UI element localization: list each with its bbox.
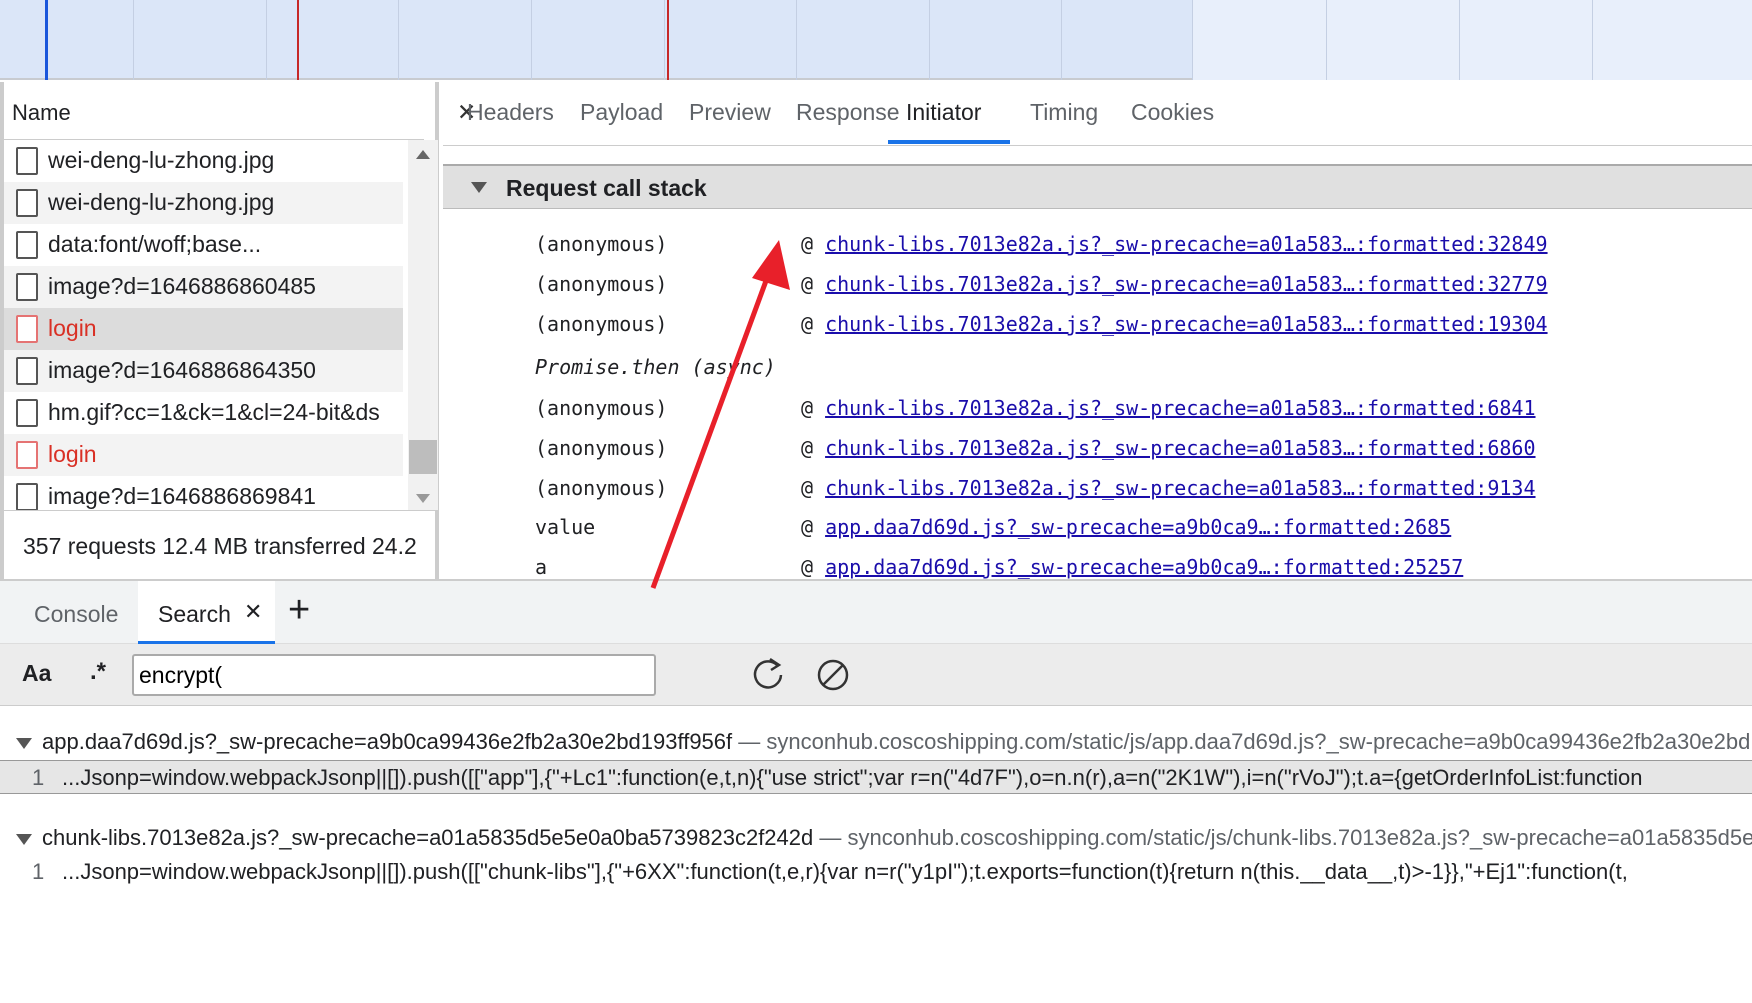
- tab-headers[interactable]: Headers: [467, 99, 554, 126]
- source-link[interactable]: app.daa7d69d.js?_sw-precache=a9b0ca9…:fo…: [825, 515, 1451, 539]
- name-column-header[interactable]: Name: [4, 82, 424, 140]
- line-number: 1: [32, 765, 45, 790]
- stack-function-name: (anonymous): [535, 436, 668, 460]
- request-detail-panel: ✕ Headers Payload Preview Response Initiator…: [443, 82, 1752, 579]
- result-line-text: ...Jsonp=window.webpackJsonp||[]).push([…: [62, 765, 1643, 790]
- document-file-icon: [16, 231, 38, 259]
- stack-frame: @ chunk-libs.7013e82a.js?_sw-precache=a0…: [801, 272, 1548, 296]
- source-link[interactable]: app.daa7d69d.js?_sw-precache=a9b0ca9…:fo…: [825, 555, 1463, 579]
- request-row[interactable]: hm.gif?cc=1&ck=1&cl=24-bit&ds: [4, 392, 403, 434]
- document-file-icon: [16, 441, 38, 469]
- network-summary: 357 requests 12.4 MB transferred 24.2: [4, 510, 439, 579]
- request-name: wei-deng-lu-zhong.jpg: [48, 189, 275, 215]
- search-result-line[interactable]: 1 ...Jsonp=window.webpackJsonp||[]).push(…: [0, 855, 1752, 889]
- stack-frame: @ chunk-libs.7013e82a.js?_sw-precache=a0…: [801, 396, 1536, 420]
- source-link[interactable]: chunk-libs.7013e82a.js?_sw-precache=a01a…: [825, 436, 1535, 460]
- scrollbar-thumb[interactable]: [409, 440, 437, 474]
- request-row[interactable]: image?d=1646886864350: [4, 350, 403, 392]
- request-name: login: [48, 315, 97, 341]
- section-title: Request call stack: [506, 175, 707, 201]
- scroll-up-icon[interactable]: [416, 150, 430, 159]
- stack-function-name: Promise.then (async): [535, 355, 776, 379]
- tab-preview[interactable]: Preview: [689, 99, 771, 126]
- request-call-stack-header[interactable]: Request call stack: [443, 164, 1752, 209]
- tab-cookies[interactable]: Cookies: [1131, 99, 1214, 126]
- image-file-icon: [16, 147, 38, 175]
- request-name: image?d=1646886860485: [48, 273, 316, 299]
- tab-console[interactable]: Console: [34, 601, 118, 628]
- request-row[interactable]: image?d=1646886860485: [4, 266, 403, 308]
- stack-function-name: a: [535, 555, 548, 579]
- request-row[interactable]: data:font/woff;base...: [4, 224, 403, 266]
- match-case-toggle[interactable]: Aa: [22, 660, 51, 687]
- request-name: login: [48, 441, 97, 467]
- triangle-down-icon: [471, 182, 487, 193]
- stack-frame: @ app.daa7d69d.js?_sw-precache=a9b0ca9…:…: [801, 555, 1464, 579]
- document-file-icon: [16, 315, 38, 343]
- result-line-text: ...Jsonp=window.webpackJsonp||[]).push([…: [62, 859, 1628, 884]
- stack-function-name: (anonymous): [535, 312, 668, 336]
- request-row[interactable]: wei-deng-lu-zhong.jpg: [4, 182, 403, 224]
- search-result-file[interactable]: chunk-libs.7013e82a.js?_sw-precache=a01a…: [0, 825, 1752, 855]
- refresh-icon[interactable]: [750, 656, 786, 694]
- document-file-icon: [16, 273, 38, 301]
- document-file-icon: [16, 357, 38, 385]
- tab-response[interactable]: Response: [796, 99, 900, 126]
- source-link[interactable]: chunk-libs.7013e82a.js?_sw-precache=a01a…: [825, 272, 1547, 296]
- source-link[interactable]: chunk-libs.7013e82a.js?_sw-precache=a01a…: [825, 312, 1547, 336]
- stack-frame: @ app.daa7d69d.js?_sw-precache=a9b0ca9…:…: [801, 515, 1452, 539]
- stack-frame: @ chunk-libs.7013e82a.js?_sw-precache=a0…: [801, 436, 1536, 460]
- request-name: data:font/woff;base...: [48, 231, 262, 257]
- stack-frame: @ chunk-libs.7013e82a.js?_sw-precache=a0…: [801, 476, 1536, 500]
- tab-payload[interactable]: Payload: [580, 99, 663, 126]
- search-input[interactable]: [132, 654, 656, 696]
- add-tab-icon[interactable]: +: [288, 589, 310, 632]
- search-toolbar: Aa .*: [0, 644, 1752, 706]
- request-list-scrollbar[interactable]: [408, 140, 438, 510]
- stack-frame: @ chunk-libs.7013e82a.js?_sw-precache=a0…: [801, 232, 1548, 256]
- source-link[interactable]: chunk-libs.7013e82a.js?_sw-precache=a01a…: [825, 396, 1535, 420]
- request-row[interactable]: login: [4, 308, 403, 350]
- result-file-url: — synconhub.coscoshipping.com/static/js/…: [738, 729, 1752, 754]
- search-result-file[interactable]: app.daa7d69d.js?_sw-precache=a9b0ca99436…: [0, 729, 1752, 759]
- result-file-name: chunk-libs.7013e82a.js?_sw-precache=a01a…: [42, 825, 814, 850]
- request-row[interactable]: wei-deng-lu-zhong.jpg: [4, 140, 403, 182]
- result-file-url: — synconhub.coscoshipping.com/static/js/…: [819, 825, 1752, 850]
- triangle-down-icon: [16, 738, 32, 749]
- request-name: image?d=1646886869841: [48, 483, 316, 509]
- source-link[interactable]: chunk-libs.7013e82a.js?_sw-precache=a01a…: [825, 232, 1547, 256]
- tab-initiator[interactable]: Initiator: [906, 99, 981, 126]
- source-link[interactable]: chunk-libs.7013e82a.js?_sw-precache=a01a…: [825, 476, 1535, 500]
- stack-function-name: value: [535, 515, 596, 539]
- request-name: wei-deng-lu-zhong.jpg: [48, 147, 275, 173]
- request-name: image?d=1646886864350: [48, 357, 316, 383]
- drawer-tabs: Console Search ✕ +: [0, 581, 1752, 644]
- image-file-icon: [16, 189, 38, 217]
- clear-icon[interactable]: [815, 656, 851, 694]
- stack-function-name: (anonymous): [535, 396, 668, 420]
- network-overview-timeline[interactable]: [0, 0, 1752, 80]
- regex-toggle[interactable]: .*: [90, 658, 106, 686]
- close-search-tab-icon[interactable]: ✕: [244, 599, 262, 625]
- drawer: Console Search ✕ + Aa .* app.daa7d69d.js…: [0, 579, 1752, 1003]
- tab-search-label: Search: [158, 601, 231, 627]
- document-file-icon: [16, 399, 38, 427]
- active-tab-indicator: [888, 140, 1010, 144]
- stack-function-name: (anonymous): [535, 232, 668, 256]
- tab-search[interactable]: Search ✕: [138, 581, 275, 644]
- scroll-down-icon[interactable]: [416, 494, 430, 503]
- request-name: hm.gif?cc=1&ck=1&cl=24-bit&ds: [48, 399, 380, 425]
- stack-function-name: (anonymous): [535, 476, 668, 500]
- stack-function-name: (anonymous): [535, 272, 668, 296]
- tab-timing[interactable]: Timing: [1030, 99, 1098, 126]
- stack-frame: @ chunk-libs.7013e82a.js?_sw-precache=a0…: [801, 312, 1548, 336]
- result-file-name: app.daa7d69d.js?_sw-precache=a9b0ca99436…: [42, 729, 733, 754]
- detail-tabs: ✕ Headers Payload Preview Response Initiator…: [443, 82, 1752, 146]
- triangle-down-icon: [16, 834, 32, 845]
- request-row[interactable]: login: [4, 434, 403, 476]
- document-file-icon: [16, 483, 38, 511]
- request-list-panel: Name wei-deng-lu-zhong.jpg wei-deng-lu-zh…: [0, 82, 439, 579]
- line-number: 1: [32, 859, 45, 884]
- search-result-line[interactable]: 1 ...Jsonp=window.webpackJsonp||[]).push(…: [0, 760, 1752, 794]
